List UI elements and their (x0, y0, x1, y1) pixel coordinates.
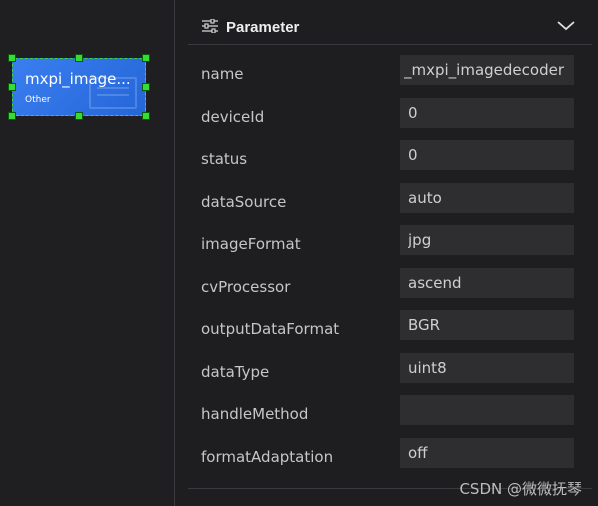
resize-handle-top-left[interactable] (8, 54, 16, 62)
chevron-down-icon[interactable] (556, 20, 576, 32)
datatype-field[interactable] (400, 353, 574, 383)
param-label: dataSource (201, 193, 287, 211)
node-selection: mxpi_image... Other (8, 54, 150, 120)
resize-handle-top-right[interactable] (142, 54, 150, 62)
param-row-imageformat: imageFormat (188, 225, 592, 267)
panel-divider[interactable] (174, 0, 175, 506)
param-label: handleMethod (201, 405, 309, 423)
param-row-formatadaptation: formatAdaptation (188, 438, 592, 480)
param-label: dataType (201, 363, 270, 381)
param-label: deviceId (201, 108, 265, 126)
handlemethod-field[interactable] (400, 395, 574, 425)
param-label: name (201, 65, 244, 83)
graph-node-imagedecoder[interactable]: mxpi_image... Other (12, 58, 146, 116)
param-label: cvProcessor (201, 278, 291, 296)
resize-handle-bottom[interactable] (75, 112, 83, 120)
param-row-deviceid: deviceId (188, 98, 592, 140)
status-field[interactable] (400, 140, 574, 170)
resize-handle-left[interactable] (8, 83, 16, 91)
imageformat-field[interactable] (400, 225, 574, 255)
param-row-handlemethod: handleMethod (188, 395, 592, 437)
resize-handle-top[interactable] (75, 54, 83, 62)
canvas-area[interactable]: mxpi_image... Other (0, 0, 174, 506)
param-row-cvprocessor: cvProcessor (188, 268, 592, 310)
outputdataformat-field[interactable] (400, 310, 574, 340)
deviceid-field[interactable] (400, 98, 574, 128)
resize-handle-right[interactable] (142, 83, 150, 91)
param-label: imageFormat (201, 235, 301, 253)
param-row-datasource: dataSource (188, 183, 592, 225)
param-row-name: name (188, 55, 592, 97)
parameter-panel: Parameter name deviceId status dataSourc… (188, 0, 592, 506)
parameter-panel-header[interactable]: Parameter (188, 6, 592, 45)
datasource-field[interactable] (400, 183, 574, 213)
param-row-datatype: dataType (188, 353, 592, 395)
param-row-status: status (188, 140, 592, 182)
param-label: status (201, 150, 248, 168)
resize-handle-bottom-right[interactable] (142, 112, 150, 120)
node-category: Other (25, 95, 51, 105)
resize-handle-bottom-left[interactable] (8, 112, 16, 120)
cvprocessor-field[interactable] (400, 268, 574, 298)
panel-title: Parameter (226, 19, 300, 36)
param-row-outputdataformat: outputDataFormat (188, 310, 592, 352)
node-title: mxpi_image... (25, 70, 131, 88)
param-label: formatAdaptation (201, 448, 334, 466)
formatadaptation-field[interactable] (400, 438, 574, 468)
param-label: outputDataFormat (201, 320, 340, 338)
watermark: CSDN @微微抚琴 (459, 480, 582, 498)
name-field[interactable] (400, 55, 574, 85)
sliders-icon (202, 19, 218, 33)
